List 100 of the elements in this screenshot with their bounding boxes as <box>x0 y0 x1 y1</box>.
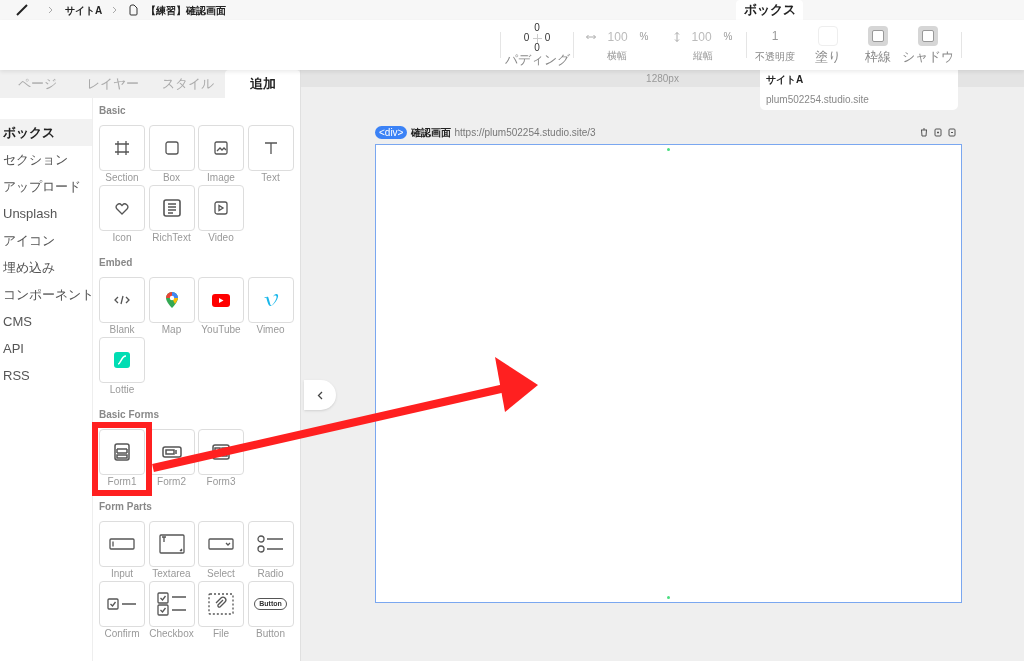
tile-label: Icon <box>112 232 132 244</box>
paperclip-icon <box>208 593 234 615</box>
tile-label: Radio <box>257 568 284 580</box>
category-item[interactable]: コンポーネント <box>0 281 92 308</box>
document-icon <box>162 199 181 217</box>
category-item[interactable]: CMS <box>0 308 92 335</box>
tile-label: Text <box>261 172 280 184</box>
component-tile[interactable] <box>148 581 195 627</box>
inspector-tab[interactable]: ボックス <box>736 0 804 20</box>
category-item[interactable]: アップロード <box>0 173 92 200</box>
trash-icon[interactable] <box>920 128 928 137</box>
tile-label: Vimeo <box>256 324 285 336</box>
tile-label: RichText <box>152 232 191 244</box>
category-item[interactable]: アイコン <box>0 227 92 254</box>
input-icon <box>109 538 135 550</box>
height-field-label: 縦幅 <box>693 48 713 63</box>
tile-label: Map <box>161 324 182 336</box>
form-icon <box>161 446 182 458</box>
group-heading: Basic <box>99 104 127 118</box>
group-heading: Form Parts <box>99 500 153 514</box>
tile-label: Select <box>207 568 235 580</box>
component-tile[interactable] <box>99 185 145 231</box>
tile-label: Form3 <box>206 476 236 488</box>
tile-label: Image <box>207 172 235 184</box>
form-icon <box>114 443 130 461</box>
component-tile[interactable] <box>99 277 145 323</box>
ruler-width: 1280px <box>646 72 679 86</box>
tile-label: Box <box>162 172 181 184</box>
tile-label: Video <box>208 232 234 244</box>
plus-icon <box>532 33 542 43</box>
shadow-swatch[interactable] <box>918 26 938 46</box>
chevron-icon <box>112 6 118 14</box>
component-tile[interactable] <box>148 185 195 231</box>
tile-label: Confirm <box>104 628 140 640</box>
component-tile[interactable] <box>99 337 145 383</box>
square-icon <box>164 141 179 155</box>
component-tile[interactable] <box>99 429 145 475</box>
border-swatch[interactable] <box>868 26 888 46</box>
component-tile[interactable] <box>247 521 294 567</box>
category-item[interactable]: セクション <box>0 146 92 173</box>
site-card-title: サイトA <box>766 73 805 87</box>
padding-label: パディング <box>504 53 570 67</box>
pen-icon <box>16 4 28 16</box>
category-item[interactable]: RSS <box>0 362 92 389</box>
component-tile[interactable] <box>148 277 195 323</box>
swatch-label: シャドウ <box>902 50 954 64</box>
component-tile[interactable] <box>99 581 145 627</box>
tile-label: Form1 <box>107 476 137 488</box>
chevron-icon <box>48 6 53 14</box>
component-tile[interactable] <box>148 125 195 171</box>
vimeo-icon <box>262 293 279 307</box>
tile-label: Lottie <box>109 384 135 396</box>
vertical-arrows-icon <box>673 31 680 42</box>
category-item[interactable]: 埋め込み <box>0 254 92 281</box>
checkbox-list-icon <box>156 592 187 616</box>
code-icon <box>114 295 130 305</box>
category-item[interactable]: API <box>0 335 92 362</box>
tile-label: Textarea <box>152 568 191 580</box>
component-tile[interactable] <box>198 581 244 627</box>
component-tile[interactable] <box>247 125 294 171</box>
play-icon <box>214 201 228 215</box>
panel-tab[interactable]: 追加 <box>225 70 300 98</box>
category-item[interactable]: ボックス <box>0 119 92 146</box>
component-tile[interactable] <box>247 277 294 323</box>
component-tile[interactable] <box>198 277 244 323</box>
component-tile[interactable] <box>198 125 244 171</box>
group-heading: Embed <box>99 256 134 270</box>
form-icon <box>212 444 230 460</box>
tile-label: File <box>212 628 230 640</box>
heart-icon <box>115 201 129 215</box>
element-tag: <div> <box>375 126 408 139</box>
tile-label: Input <box>110 568 134 580</box>
component-tile[interactable] <box>198 521 244 567</box>
lottie-icon <box>114 352 130 368</box>
checkbox-icon <box>107 598 137 610</box>
tile-label: Checkbox <box>149 628 194 640</box>
component-tile[interactable] <box>99 125 145 171</box>
frame-icon <box>114 140 130 156</box>
component-tile[interactable] <box>99 521 145 567</box>
page-title: 【練習】確認画面 <box>146 3 227 18</box>
chevron-left-icon <box>317 390 323 400</box>
radio-icon <box>256 535 285 553</box>
component-tile[interactable] <box>198 185 244 231</box>
tile-label: YouTube <box>201 324 241 336</box>
map-pin-icon <box>164 291 179 309</box>
padding-control[interactable]: 0 0 0 0 <box>523 23 551 53</box>
image-icon <box>214 141 228 155</box>
select-icon <box>208 538 234 550</box>
category-item[interactable]: Unsplash <box>0 200 92 227</box>
site-link[interactable]: サイトA <box>65 2 103 18</box>
frame-name: 確認画面 <box>411 126 452 140</box>
opacity-label: 不透明度 <box>755 49 795 64</box>
textarea-icon <box>158 534 185 554</box>
text-icon <box>263 141 278 155</box>
component-tile[interactable] <box>148 521 195 567</box>
swatch-label: 塗り <box>815 50 841 64</box>
site-card-url: plum502254.studio.site <box>766 93 870 107</box>
tile-label: Button <box>256 628 285 640</box>
horizontal-arrows-icon <box>585 33 596 40</box>
group-heading: Basic Forms <box>99 408 161 422</box>
